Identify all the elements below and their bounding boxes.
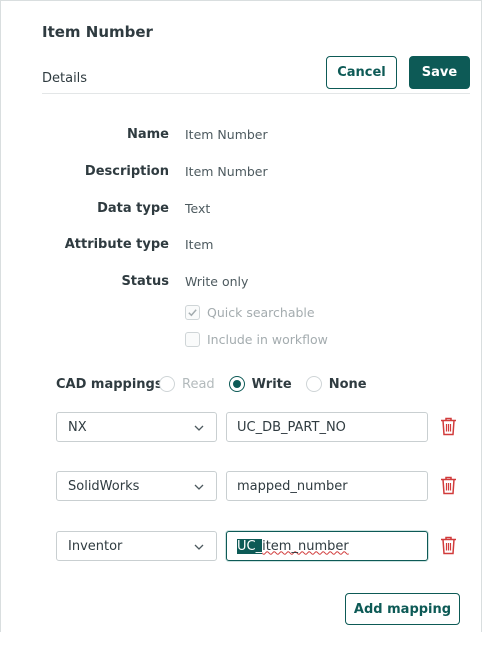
- field-value: Item Number: [185, 164, 268, 179]
- field-row-status: Status Write only: [1, 274, 481, 294]
- cancel-button[interactable]: Cancel: [326, 56, 397, 89]
- field-value: Item Number: [185, 127, 268, 142]
- quick-searchable-checkbox[interactable]: [185, 305, 200, 320]
- panel-title: Item Number: [42, 23, 153, 41]
- cad-system-select[interactable]: Inventor: [56, 531, 217, 561]
- add-mapping-button[interactable]: Add mapping: [345, 593, 460, 625]
- field-label: Description: [84, 164, 169, 179]
- chevron-down-icon: [194, 425, 204, 431]
- field-row-attribute-type: Attribute type Item: [1, 237, 481, 257]
- selected-text: UC_: [237, 538, 263, 554]
- field-value: Write only: [185, 274, 249, 289]
- cad-attribute-input-active[interactable]: UC_ item_number: [226, 531, 428, 561]
- radio-label: None: [328, 376, 367, 392]
- chevron-down-icon: [194, 544, 204, 550]
- edit-attribute-panel: Item Number Details Cancel Save Name Ite…: [0, 0, 482, 632]
- radio-label: Write: [251, 376, 292, 392]
- input-value: item_number: [262, 538, 349, 554]
- trash-icon[interactable]: [440, 476, 457, 495]
- cad-mapping-mode: Read Write None: [159, 376, 381, 392]
- radio-selected-dot: [232, 380, 241, 388]
- radio-write[interactable]: Write: [228, 376, 292, 392]
- radio-button[interactable]: [159, 376, 175, 392]
- field-value: Item: [185, 237, 214, 252]
- field-label: Data type: [97, 201, 169, 216]
- field-label: Name: [126, 127, 169, 142]
- select-value: Inventor: [68, 538, 123, 554]
- radio-read[interactable]: Read: [159, 376, 215, 392]
- select-value: SolidWorks: [68, 478, 140, 494]
- field-label: Status: [121, 274, 169, 289]
- radio-button[interactable]: [228, 376, 245, 392]
- field-row-description: Description Item Number: [1, 164, 481, 184]
- section-title-details: Details: [42, 71, 88, 86]
- quick-searchable-option[interactable]: Quick searchable: [185, 305, 315, 320]
- chevron-down-icon: [194, 484, 204, 490]
- radio-label: Read: [182, 376, 215, 392]
- cad-attribute-input[interactable]: UC_DB_PART_NO: [226, 412, 428, 442]
- radio-none[interactable]: None: [305, 376, 367, 392]
- check-icon: [188, 309, 197, 317]
- cad-mappings-label: CAD mappings: [56, 377, 163, 392]
- field-row-name: Name Item Number: [1, 127, 481, 147]
- select-value: NX: [68, 419, 87, 435]
- input-value: mapped_number: [237, 478, 348, 494]
- cad-system-select[interactable]: NX: [56, 412, 217, 442]
- field-label: Attribute type: [64, 237, 169, 252]
- trash-icon[interactable]: [440, 417, 457, 436]
- input-value: UC_DB_PART_NO: [237, 419, 346, 435]
- cad-attribute-input[interactable]: mapped_number: [226, 471, 428, 501]
- radio-button[interactable]: [305, 376, 322, 392]
- trash-icon[interactable]: [440, 536, 457, 555]
- include-in-workflow-label: Include in workflow: [207, 332, 328, 347]
- quick-searchable-label: Quick searchable: [207, 305, 315, 320]
- divider: [42, 93, 470, 94]
- field-row-data-type: Data type Text: [1, 201, 481, 221]
- cad-system-select[interactable]: SolidWorks: [56, 471, 217, 501]
- save-button[interactable]: Save: [409, 56, 470, 89]
- include-in-workflow-option[interactable]: Include in workflow: [185, 332, 328, 347]
- field-value: Text: [185, 201, 211, 216]
- include-in-workflow-checkbox[interactable]: [185, 332, 200, 347]
